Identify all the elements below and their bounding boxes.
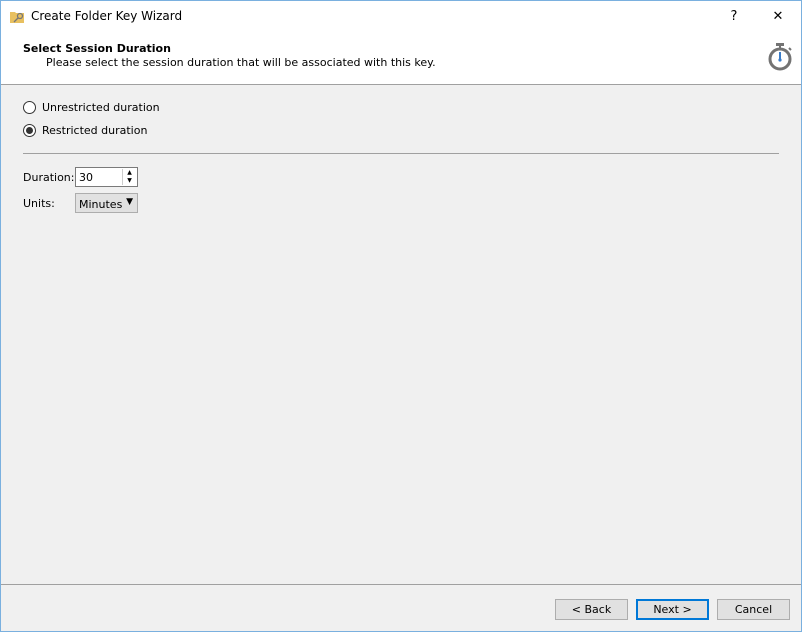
window-title: Create Folder Key Wizard: [31, 9, 183, 23]
cancel-button[interactable]: Cancel: [717, 599, 790, 620]
chevron-down-icon: ▼: [126, 197, 133, 207]
units-value: Minutes: [79, 198, 123, 211]
page-subtitle: Please select the session duration that …: [46, 56, 436, 69]
units-select[interactable]: Minutes ▼: [75, 193, 138, 213]
wizard-header: Select Session Duration Please select th…: [1, 32, 801, 85]
footer-divider: [1, 584, 801, 585]
radio-circle-selected[interactable]: [23, 124, 36, 137]
wizard-window: Create Folder Key Wizard ? ✕ Select Sess…: [0, 0, 802, 632]
divider: [23, 153, 779, 154]
folder-key-icon: [10, 12, 24, 23]
page-title: Select Session Duration: [23, 42, 171, 55]
duration-label: Duration:: [23, 171, 75, 184]
duration-value[interactable]: 30: [79, 171, 93, 184]
arrow-down-icon[interactable]: ▼: [123, 177, 136, 185]
next-button[interactable]: Next >: [636, 599, 709, 620]
arrow-up-icon[interactable]: ▲: [123, 169, 136, 177]
back-button[interactable]: < Back: [555, 599, 628, 620]
stopwatch-icon: [768, 43, 792, 71]
radio-circle[interactable]: [23, 101, 36, 114]
units-label: Units:: [23, 197, 55, 210]
title-bar: Create Folder Key Wizard ? ✕: [1, 1, 801, 32]
radio-unrestricted-duration[interactable]: Unrestricted duration: [23, 101, 160, 114]
radio-restricted-duration[interactable]: Restricted duration: [23, 124, 147, 137]
radio-label: Restricted duration: [42, 124, 148, 137]
close-button[interactable]: ✕: [755, 1, 801, 32]
help-button[interactable]: ?: [711, 1, 757, 32]
stepper-arrows[interactable]: ▲ ▼: [122, 169, 136, 185]
duration-stepper[interactable]: 30 ▲ ▼: [75, 167, 138, 187]
radio-label: Unrestricted duration: [42, 101, 160, 114]
